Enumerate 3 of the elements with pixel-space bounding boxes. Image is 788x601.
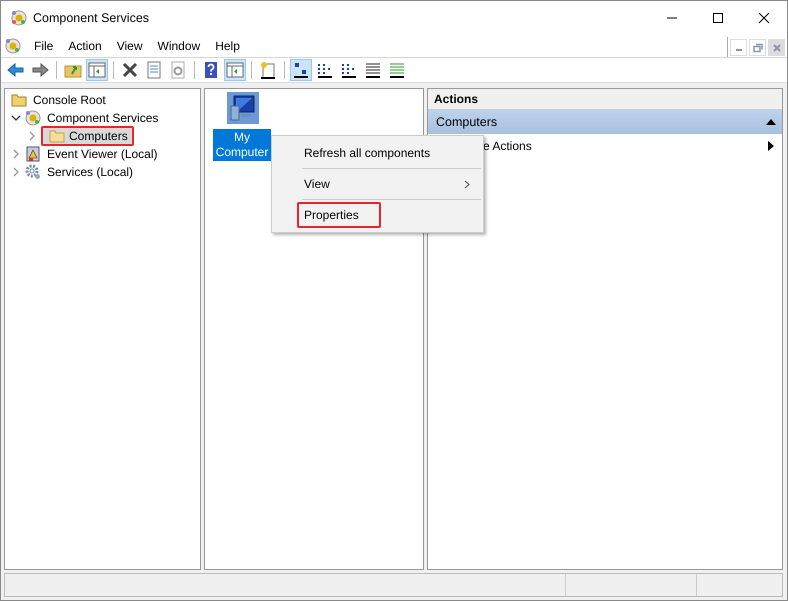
window-title: Component Services	[33, 11, 150, 25]
tree-item-label: Computers	[69, 129, 128, 143]
pane-header: Actions	[428, 89, 782, 110]
